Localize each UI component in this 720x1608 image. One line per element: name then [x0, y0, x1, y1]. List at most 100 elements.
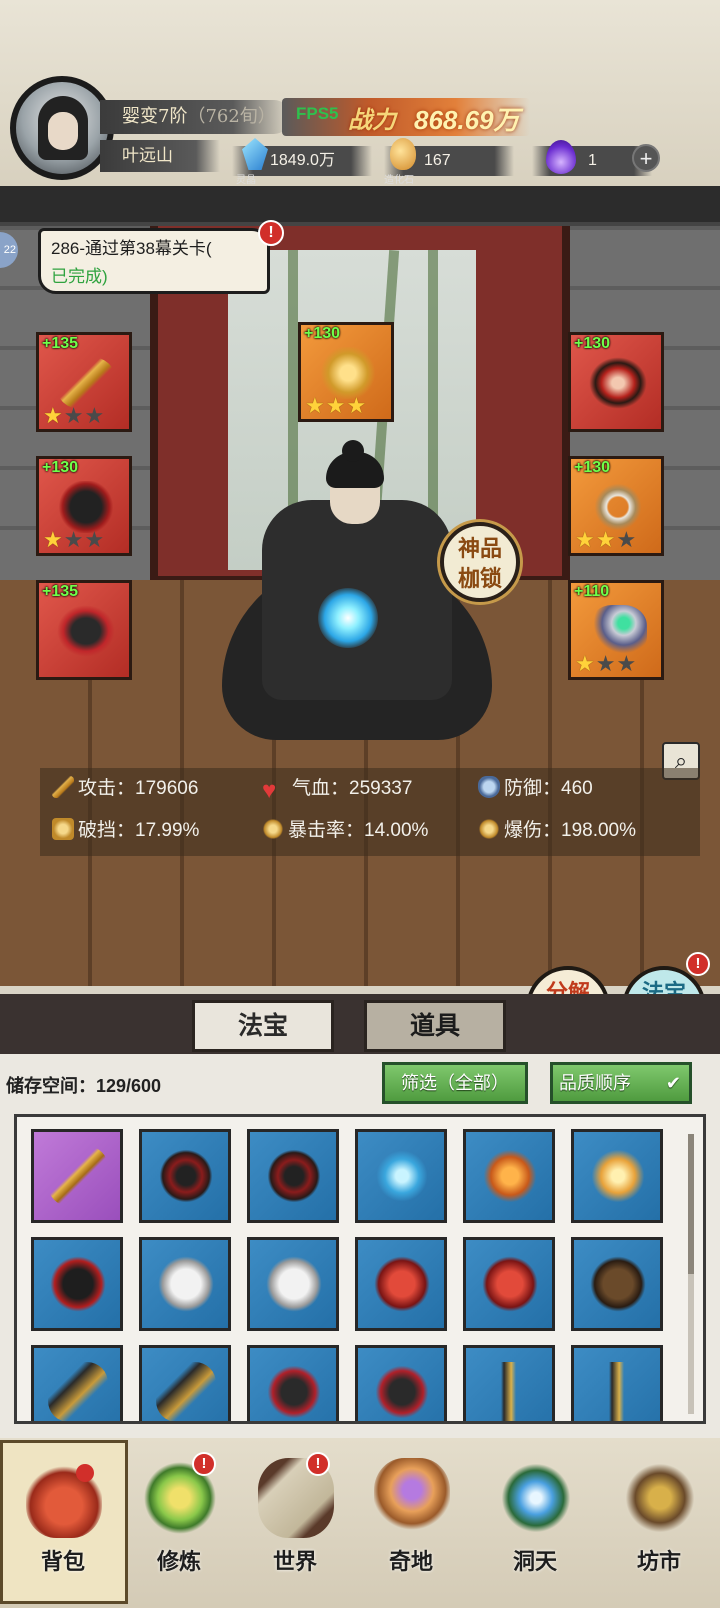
combat-power-label: 战力	[348, 105, 396, 134]
nav-label: 世界	[272, 1549, 317, 1575]
inventory-item[interactable]	[31, 1345, 123, 1421]
jade-pendant-icon	[589, 481, 647, 533]
resource-spirit-crystal[interactable]: 灵晶 1849.0万	[232, 138, 372, 186]
stat-attack: 攻击：179606	[52, 776, 198, 802]
quest-alert-badge: !	[258, 220, 284, 246]
stat-crit-damage-text: 爆伤：198.00%	[504, 820, 637, 841]
inventory-item[interactable]	[31, 1237, 123, 1331]
golden-spear-icon	[48, 1146, 108, 1206]
inventory-item[interactable]	[571, 1345, 663, 1421]
mountain-shrine-icon	[374, 1458, 450, 1538]
nav-grotto[interactable]: 洞天	[480, 1446, 590, 1596]
equip-slot-charm[interactable]: +130 ★★★	[298, 322, 394, 422]
inventory-item[interactable]	[571, 1237, 663, 1331]
stat-hp-text: 气血：259337	[292, 778, 413, 799]
crit-damage-icon	[478, 818, 500, 840]
resource-creation-stone[interactable]: 造化石 167	[384, 138, 514, 186]
equip-slot-robe[interactable]: +130 ★★★	[36, 456, 132, 556]
equip-bonus: +135	[42, 583, 79, 600]
nav-market[interactable]: 坊市	[604, 1446, 714, 1596]
player-avatar[interactable]	[10, 76, 114, 180]
portal-icon	[498, 1458, 574, 1538]
equip-bonus: +130	[574, 459, 611, 476]
sort-label: 品质顺序	[559, 1073, 631, 1093]
add-resource-button[interactable]: +	[632, 144, 660, 172]
purple-flame-icon	[546, 140, 576, 174]
red-boots-icon	[372, 1362, 432, 1421]
inventory-item[interactable]	[139, 1345, 231, 1421]
inventory-item[interactable]	[139, 1237, 231, 1331]
spiked-wheel-icon	[156, 1146, 216, 1206]
inventory-item[interactable]	[139, 1129, 231, 1223]
equip-slot-weapon[interactable]: +135 ★★★	[36, 332, 132, 432]
quest-tracker[interactable]: 286-通过第38幕关卡( 已完成)	[38, 228, 270, 294]
pierce-icon	[52, 818, 74, 840]
inventory-item[interactable]	[571, 1129, 663, 1223]
nav-cultivate[interactable]: ! 修炼	[124, 1446, 234, 1596]
dark-robe-icon	[48, 1254, 108, 1314]
equip-bonus: +130	[574, 335, 611, 352]
sort-dropdown[interactable]: 品质顺序 ✔	[550, 1062, 692, 1104]
resource-value: 1	[588, 152, 597, 169]
quest-status: 已完成)	[51, 267, 108, 286]
inventory-item[interactable]	[247, 1345, 339, 1421]
dark-robe-icon	[57, 481, 115, 533]
demon-armor-icon	[480, 1254, 540, 1314]
cultivate-alert-badge: !	[192, 1452, 216, 1476]
roof-beam	[0, 186, 720, 226]
nav-label: 洞天	[512, 1549, 557, 1575]
filter-dropdown[interactable]: 筛选（全部）	[382, 1062, 528, 1104]
red-crown-icon	[589, 357, 647, 409]
inventory-item[interactable]	[247, 1129, 339, 1223]
equip-stars: ★★★	[305, 393, 368, 418]
nav-world[interactable]: ! 世界	[240, 1446, 350, 1596]
divine-line1: 神品	[457, 536, 502, 562]
tab-items[interactable]: 道具	[364, 1000, 506, 1052]
tab-treasure[interactable]: 法宝	[192, 1000, 334, 1052]
equip-slot-crown[interactable]: +130	[568, 332, 664, 432]
nav-bag[interactable]: 背包	[8, 1446, 118, 1596]
stat-crit-rate: 暴击率：14.00%	[262, 818, 428, 844]
resource-value: 167	[424, 152, 451, 169]
golden-lotus-icon	[588, 1146, 648, 1206]
inventory-item[interactable]	[463, 1129, 555, 1223]
storage-value: 129/600	[96, 1076, 162, 1096]
golden-spear-icon	[57, 357, 115, 409]
brown-cloak-icon	[588, 1254, 648, 1314]
equip-slot-ring[interactable]: +110 ★★★	[568, 580, 664, 680]
storage-capacity: 储存空间：129/600	[6, 1072, 161, 1098]
combat-power-value: 868.69万	[414, 105, 520, 135]
divine-line2: 枷锁	[457, 566, 502, 592]
equip-slot-boots[interactable]: +135	[36, 580, 132, 680]
inventory-item[interactable]	[463, 1237, 555, 1331]
fire-axe-icon	[480, 1146, 540, 1206]
inventory-item[interactable]	[463, 1345, 555, 1421]
bracer-icon	[48, 1362, 108, 1421]
inventory-item[interactable]	[355, 1345, 447, 1421]
inventory-item[interactable]	[247, 1237, 339, 1331]
inventory-item[interactable]	[355, 1237, 447, 1331]
market-stall-icon	[622, 1458, 698, 1538]
golden-boot-icon	[480, 1362, 540, 1421]
heart-icon: ♥	[262, 777, 277, 804]
equip-slot-pendant[interactable]: +130 ★★★	[568, 456, 664, 556]
world-alert-badge: !	[306, 1452, 330, 1476]
divine-shackle-badge[interactable]: 神品 枷锁	[440, 522, 520, 602]
spiked-wheel-icon	[264, 1146, 324, 1206]
inventory-item[interactable]	[31, 1129, 123, 1223]
white-robe-icon	[156, 1254, 216, 1314]
inventory-grid[interactable]	[14, 1114, 706, 1424]
stat-attack-text: 攻击：179606	[78, 778, 199, 799]
equip-bonus: +130	[42, 459, 79, 476]
nav-label: 修炼	[156, 1549, 201, 1575]
nav-wonderland[interactable]: 奇地	[356, 1446, 466, 1596]
realm-name: 婴变7阶	[122, 106, 188, 127]
silver-ring-icon	[589, 605, 647, 657]
ice-bow-icon	[372, 1146, 432, 1206]
red-boots-icon	[57, 605, 115, 657]
fps-counter: FPS5	[296, 104, 339, 123]
inventory-item[interactable]	[355, 1129, 447, 1223]
stat-crit-damage: 爆伤：198.00%	[478, 818, 636, 844]
inventory-scroll-thumb[interactable]	[688, 1134, 694, 1274]
nav-label: 奇地	[388, 1549, 433, 1575]
